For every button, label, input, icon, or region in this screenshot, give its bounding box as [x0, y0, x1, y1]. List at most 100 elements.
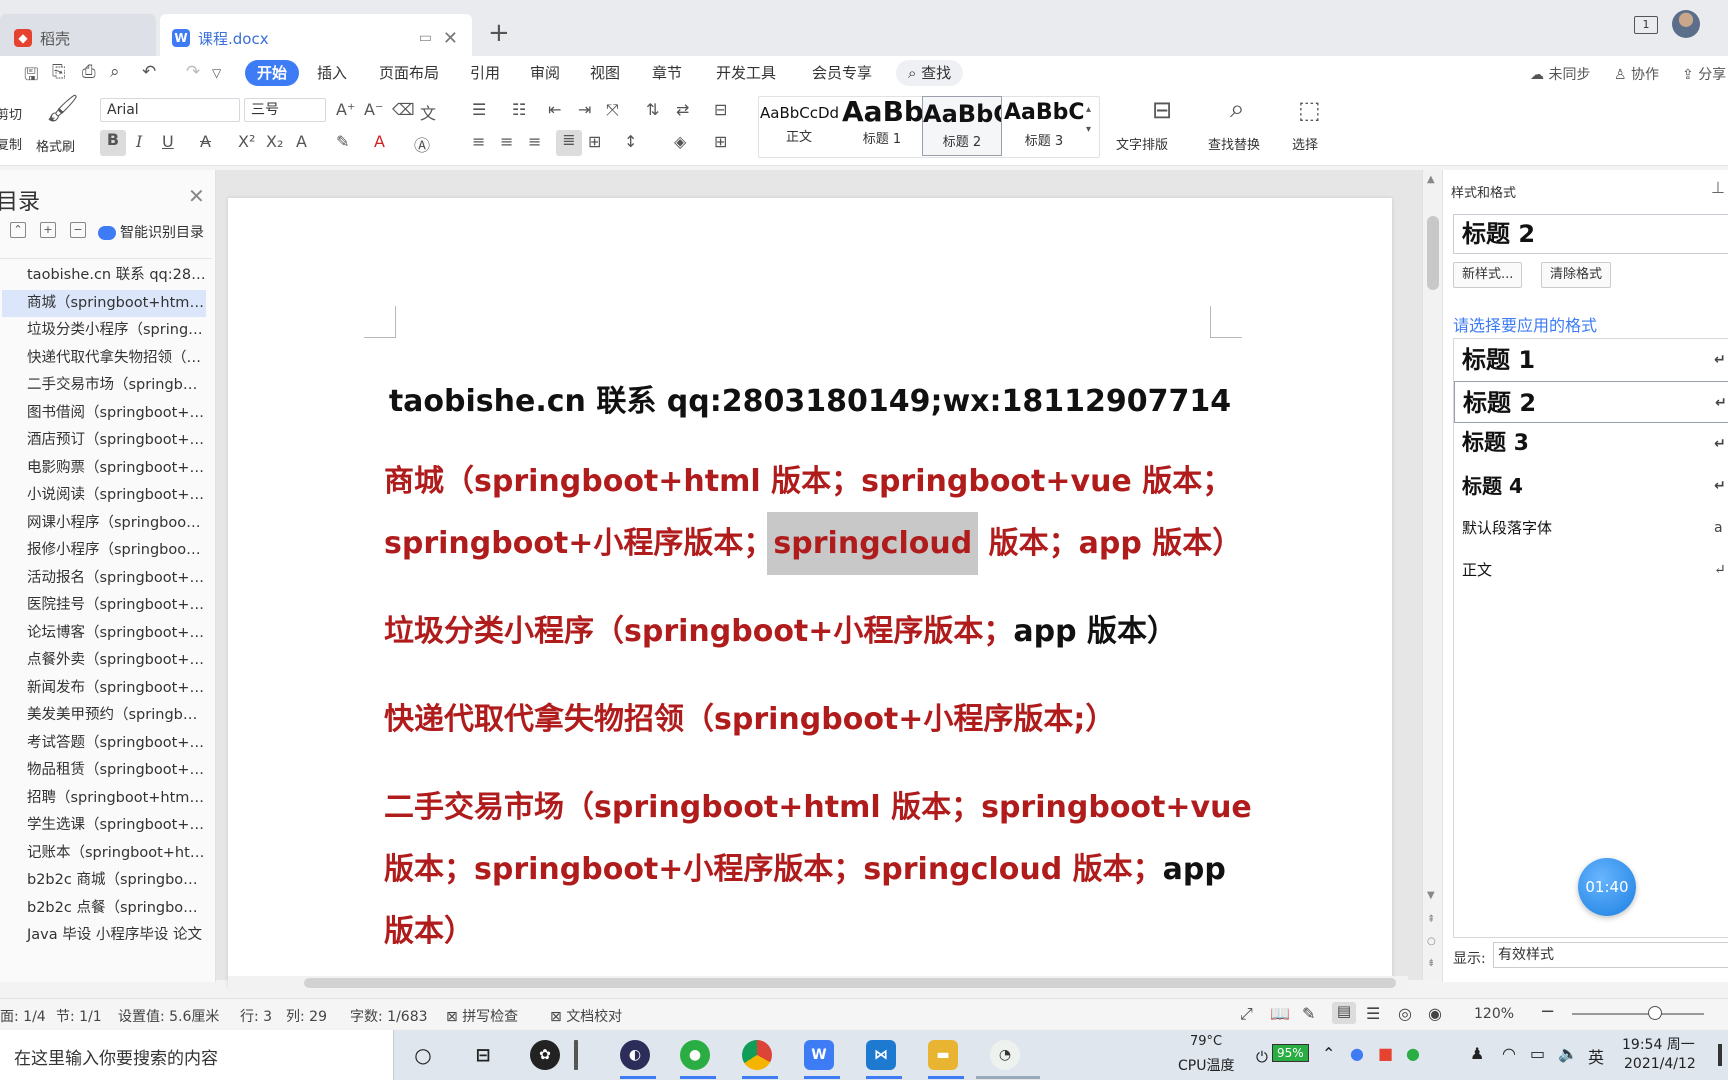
close-tab-icon[interactable]: ✕ [443, 28, 458, 49]
read-mode-icon[interactable]: 📖 [1270, 1004, 1290, 1023]
grow-font-icon[interactable]: A⁺ [336, 100, 355, 119]
notification-icon[interactable] [1718, 1044, 1722, 1066]
toc-item[interactable]: 网课小程序（springboot+小程序版本） [0, 510, 206, 538]
next-page-icon[interactable]: ⇟ [1427, 958, 1435, 969]
smart-toc-button[interactable]: 智能识别目录 [98, 222, 204, 242]
status-setting[interactable]: 设置值: 5.6厘米 [118, 1006, 219, 1026]
plug-icon[interactable]: ⏻ [1256, 1048, 1268, 1066]
clock-date[interactable]: 2021/4/12 [1624, 1056, 1696, 1072]
wechat-icon[interactable]: ● [680, 1040, 710, 1070]
horizontal-scrollbar[interactable] [228, 976, 1408, 990]
page-view-icon[interactable]: ▤ [1332, 1002, 1356, 1024]
prev-page-icon[interactable]: ⇞ [1427, 914, 1435, 925]
zoom-slider-handle[interactable] [1648, 1006, 1662, 1020]
zoom-level[interactable]: 120% [1474, 1006, 1514, 1022]
show-styles-select[interactable]: 有效样式 [1493, 942, 1728, 968]
menu-references[interactable]: 引用 [458, 60, 512, 86]
toc-item[interactable]: 快递代取代拿失物招领（springboot+小程序版本） [0, 345, 206, 373]
menu-review[interactable]: 审阅 [518, 60, 572, 86]
tray-app-icon[interactable]: ■ [1378, 1044, 1393, 1063]
status-col[interactable]: 列: 29 [286, 1006, 327, 1026]
bullets-icon[interactable]: ☰ [472, 100, 486, 119]
borders-icon[interactable]: ⊞ [714, 132, 727, 151]
style-item-heading-4[interactable]: 标题 4 ↵ [1454, 465, 1728, 507]
expand-icon[interactable]: + [40, 222, 56, 238]
subscript-icon[interactable]: X₂ [266, 132, 283, 151]
italic-icon[interactable]: I [136, 132, 142, 151]
line-spacing-icon[interactable]: ↕ [624, 132, 637, 151]
toc-item[interactable]: 图书借阅（springboot+html 版本） [0, 400, 206, 428]
web-view-icon[interactable]: ◎ [1398, 1004, 1412, 1023]
menu-insert[interactable]: 插入 [305, 60, 359, 86]
menu-chapter[interactable]: 章节 [640, 60, 694, 86]
outline-view-icon[interactable]: ☰ [1366, 1004, 1380, 1023]
style-item-normal[interactable]: 正文 ↵ [1454, 549, 1728, 591]
menu-developer[interactable]: 开发工具 [704, 60, 788, 86]
print-preview-icon[interactable]: ⌕ [110, 62, 120, 82]
chevron-up-icon[interactable]: ⌃ [1322, 1044, 1335, 1063]
contact-heading[interactable]: taobishe.cn 联系 qq:2803180149;wx:18112907… [228, 376, 1392, 420]
menu-page-layout[interactable]: 页面布局 [367, 60, 451, 86]
font-name-select[interactable]: Arial [100, 98, 240, 122]
style-heading-2[interactable]: AaBbC 标题 2 [922, 96, 1002, 156]
save-icon[interactable]: 🖫 [24, 62, 38, 91]
menu-search[interactable]: ⌕ 查找 [896, 60, 964, 86]
scroll-thumb[interactable] [304, 978, 1396, 988]
scroll-down-icon[interactable]: ▼ [1427, 890, 1435, 901]
recording-timer[interactable]: 01:40 [1578, 858, 1636, 916]
shrink-font-icon[interactable]: A⁻ [364, 100, 383, 119]
menu-view[interactable]: 视图 [578, 60, 632, 86]
output-pdf-icon[interactable]: ⎘ [52, 62, 66, 82]
toc-item[interactable]: 小说阅读（springboot+html 版本） [0, 482, 206, 510]
toc-item[interactable]: 二手交易市场（springboot+html 版本） [0, 372, 206, 400]
app-icon[interactable]: ◔ [990, 1040, 1020, 1070]
toc-item[interactable]: 物品租赁（springboot+html 版本） [0, 757, 206, 785]
menu-member[interactable]: 会员专享 [800, 60, 884, 86]
task-view-icon[interactable]: ⊟ [468, 1040, 498, 1070]
battery-indicator[interactable]: 95% [1272, 1044, 1309, 1062]
select-icon[interactable]: ⬚ [1298, 96, 1321, 124]
vertical-scrollbar[interactable]: ▲ ▼ ⇞ ○ ⇟ [1422, 170, 1442, 980]
toc-item[interactable]: 记账本（springboot+html 版本） [0, 840, 206, 868]
pin-icon[interactable]: ⊥ [1711, 178, 1725, 197]
style-item-heading-3[interactable]: 标题 3 ↵ [1454, 423, 1728, 465]
new-tab-button[interactable]: + [488, 18, 510, 48]
window-count-icon[interactable]: 1 [1634, 16, 1658, 34]
highlight-icon[interactable]: ✎ [336, 132, 349, 151]
toc-item[interactable]: 医院挂号（springboot+html 版本） [0, 592, 206, 620]
format-painter-icon[interactable]: 🖌 [46, 94, 79, 124]
status-row[interactable]: 行: 3 [240, 1006, 272, 1026]
font-size-select[interactable]: 三号 [244, 98, 326, 122]
status-words[interactable]: 字数: 1/683 [350, 1006, 428, 1026]
paragraph-direction-icon[interactable]: ⇄ [676, 100, 689, 119]
input-method[interactable]: 英 [1588, 1044, 1604, 1068]
volume-icon[interactable]: 🔈 [1558, 1044, 1578, 1063]
heading-express[interactable]: 快递代取代拿失物招领（springboot+小程序版本;） [384, 694, 1304, 738]
find-replace-icon[interactable]: ⌕ [1230, 94, 1245, 125]
select-browse-object-icon[interactable]: ○ [1427, 936, 1436, 947]
align-left-icon[interactable]: ≡ [472, 132, 485, 151]
window-mode-icon[interactable]: ▭ [419, 30, 432, 46]
proofread-button[interactable]: ⊠ 文档校对 [550, 1006, 622, 1026]
undo-icon[interactable]: ↶ [142, 62, 156, 82]
scroll-thumb[interactable] [1427, 216, 1439, 290]
taskbar-search[interactable]: 在这里输入你要搜索的内容 [0, 1030, 394, 1080]
decrease-indent-icon[interactable]: ⇤ [548, 100, 561, 119]
heading-secondhand-line1[interactable]: 二手交易市场（springboot+html 版本；springboot+vue [384, 782, 1304, 826]
justify-icon[interactable]: ≣ [556, 130, 582, 156]
align-right-icon[interactable]: ≡ [528, 132, 541, 151]
zoom-slider[interactable] [1572, 1013, 1704, 1015]
distribute-icon[interactable]: ⊞ [588, 132, 601, 151]
tray-wechat-icon[interactable]: ● [1406, 1044, 1420, 1063]
underline-icon[interactable]: U [162, 132, 174, 151]
style-item-heading-1[interactable]: 标题 1 ↵ [1454, 339, 1728, 381]
wifi-icon[interactable]: ◠ [1502, 1044, 1516, 1063]
toc-item[interactable]: b2b2c 商城（springboot+vue 版本） [0, 867, 206, 895]
copy-button[interactable]: 复制 [0, 134, 22, 153]
taskbar-search-input[interactable]: 在这里输入你要搜索的内容 [14, 1044, 218, 1069]
menu-start[interactable]: 开始 [245, 60, 300, 86]
style-item-heading-2[interactable]: 标题 2 ↵ [1454, 381, 1728, 423]
increase-indent-icon[interactable]: ⇥ [578, 100, 591, 119]
heading-mall-line1[interactable]: 商城（springboot+html 版本；springboot+vue 版本； [384, 456, 1304, 500]
style-normal[interactable]: AaBbCcDd 正文 [760, 96, 838, 156]
